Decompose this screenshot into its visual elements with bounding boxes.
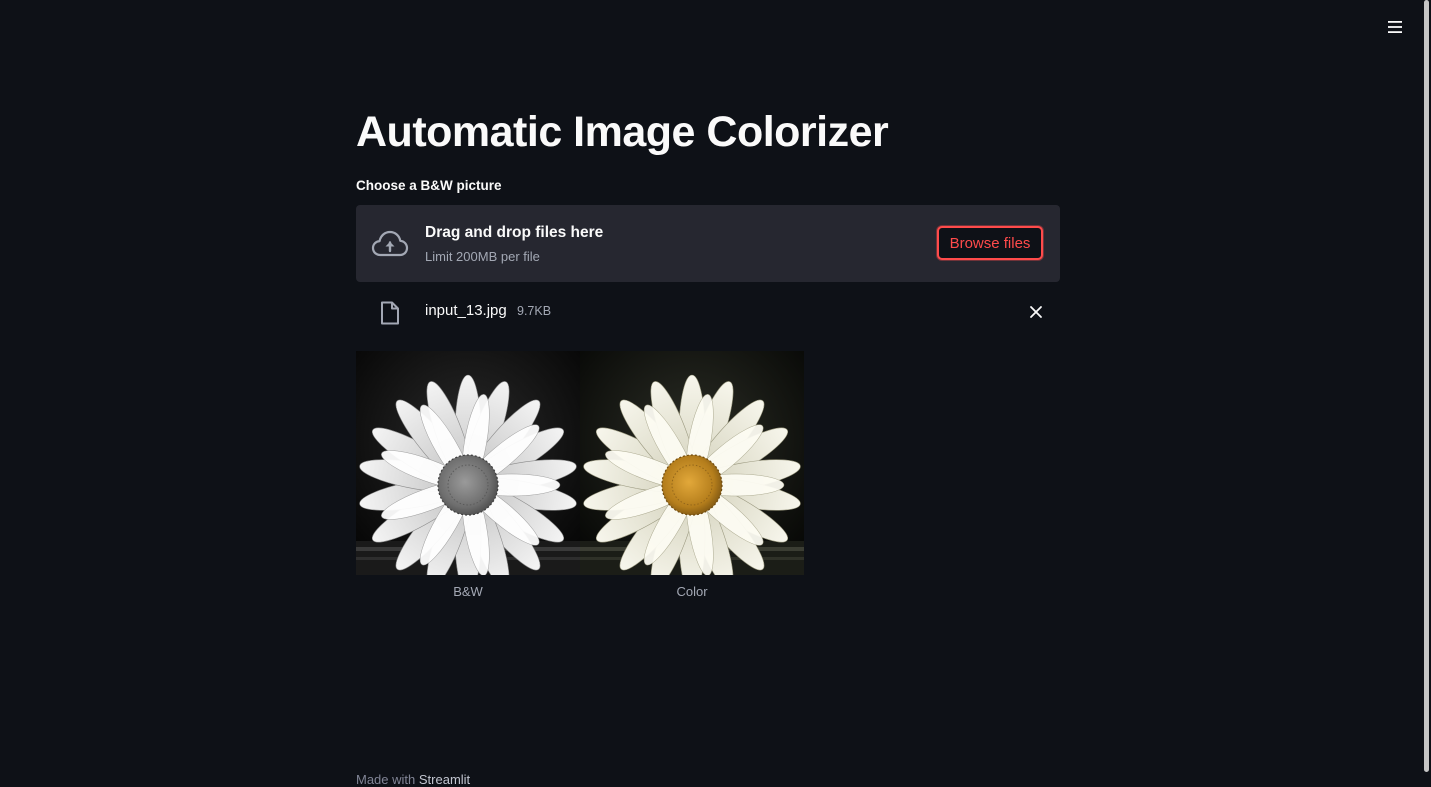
file-dropzone[interactable]: Drag and drop files here Limit 200MB per… [356, 205, 1060, 282]
file-uploader-label: Choose a B&W picture [356, 178, 502, 193]
hamburger-menu-button[interactable] [1382, 14, 1408, 40]
dropzone-title: Drag and drop files here [425, 224, 604, 241]
uploaded-file-row: input_13.jpg 9.7KB [356, 292, 1060, 330]
streamlit-app: Automatic Image Colorizer Choose a B&W p… [0, 0, 1431, 787]
footer: Made with Streamlit [356, 772, 470, 787]
browse-files-button[interactable]: Browse files [937, 226, 1043, 260]
color-daisy-image [580, 351, 804, 575]
uploaded-file-size: 9.7KB [517, 304, 552, 318]
page-scrollbar[interactable] [1423, 0, 1431, 787]
scrollbar-thumb[interactable] [1424, 0, 1429, 772]
footer-prefix: Made with [356, 772, 416, 787]
dropzone-limit-text: Limit 200MB per file [425, 249, 540, 264]
hamburger-menu-icon [1388, 21, 1402, 33]
bw-daisy-image [356, 351, 580, 575]
bw-image-caption: B&W [453, 584, 483, 599]
page-title: Automatic Image Colorizer [356, 108, 889, 156]
uploaded-file-name: input_13.jpg [425, 302, 507, 319]
remove-file-button[interactable] [1024, 300, 1048, 324]
streamlit-link[interactable]: Streamlit [419, 772, 470, 787]
color-image-figure: Color [580, 351, 804, 599]
color-image-caption: Color [676, 584, 708, 599]
cloud-upload-icon [371, 230, 409, 257]
file-icon [381, 301, 399, 325]
close-icon [1030, 306, 1042, 318]
bw-image-figure: B&W [356, 351, 580, 599]
